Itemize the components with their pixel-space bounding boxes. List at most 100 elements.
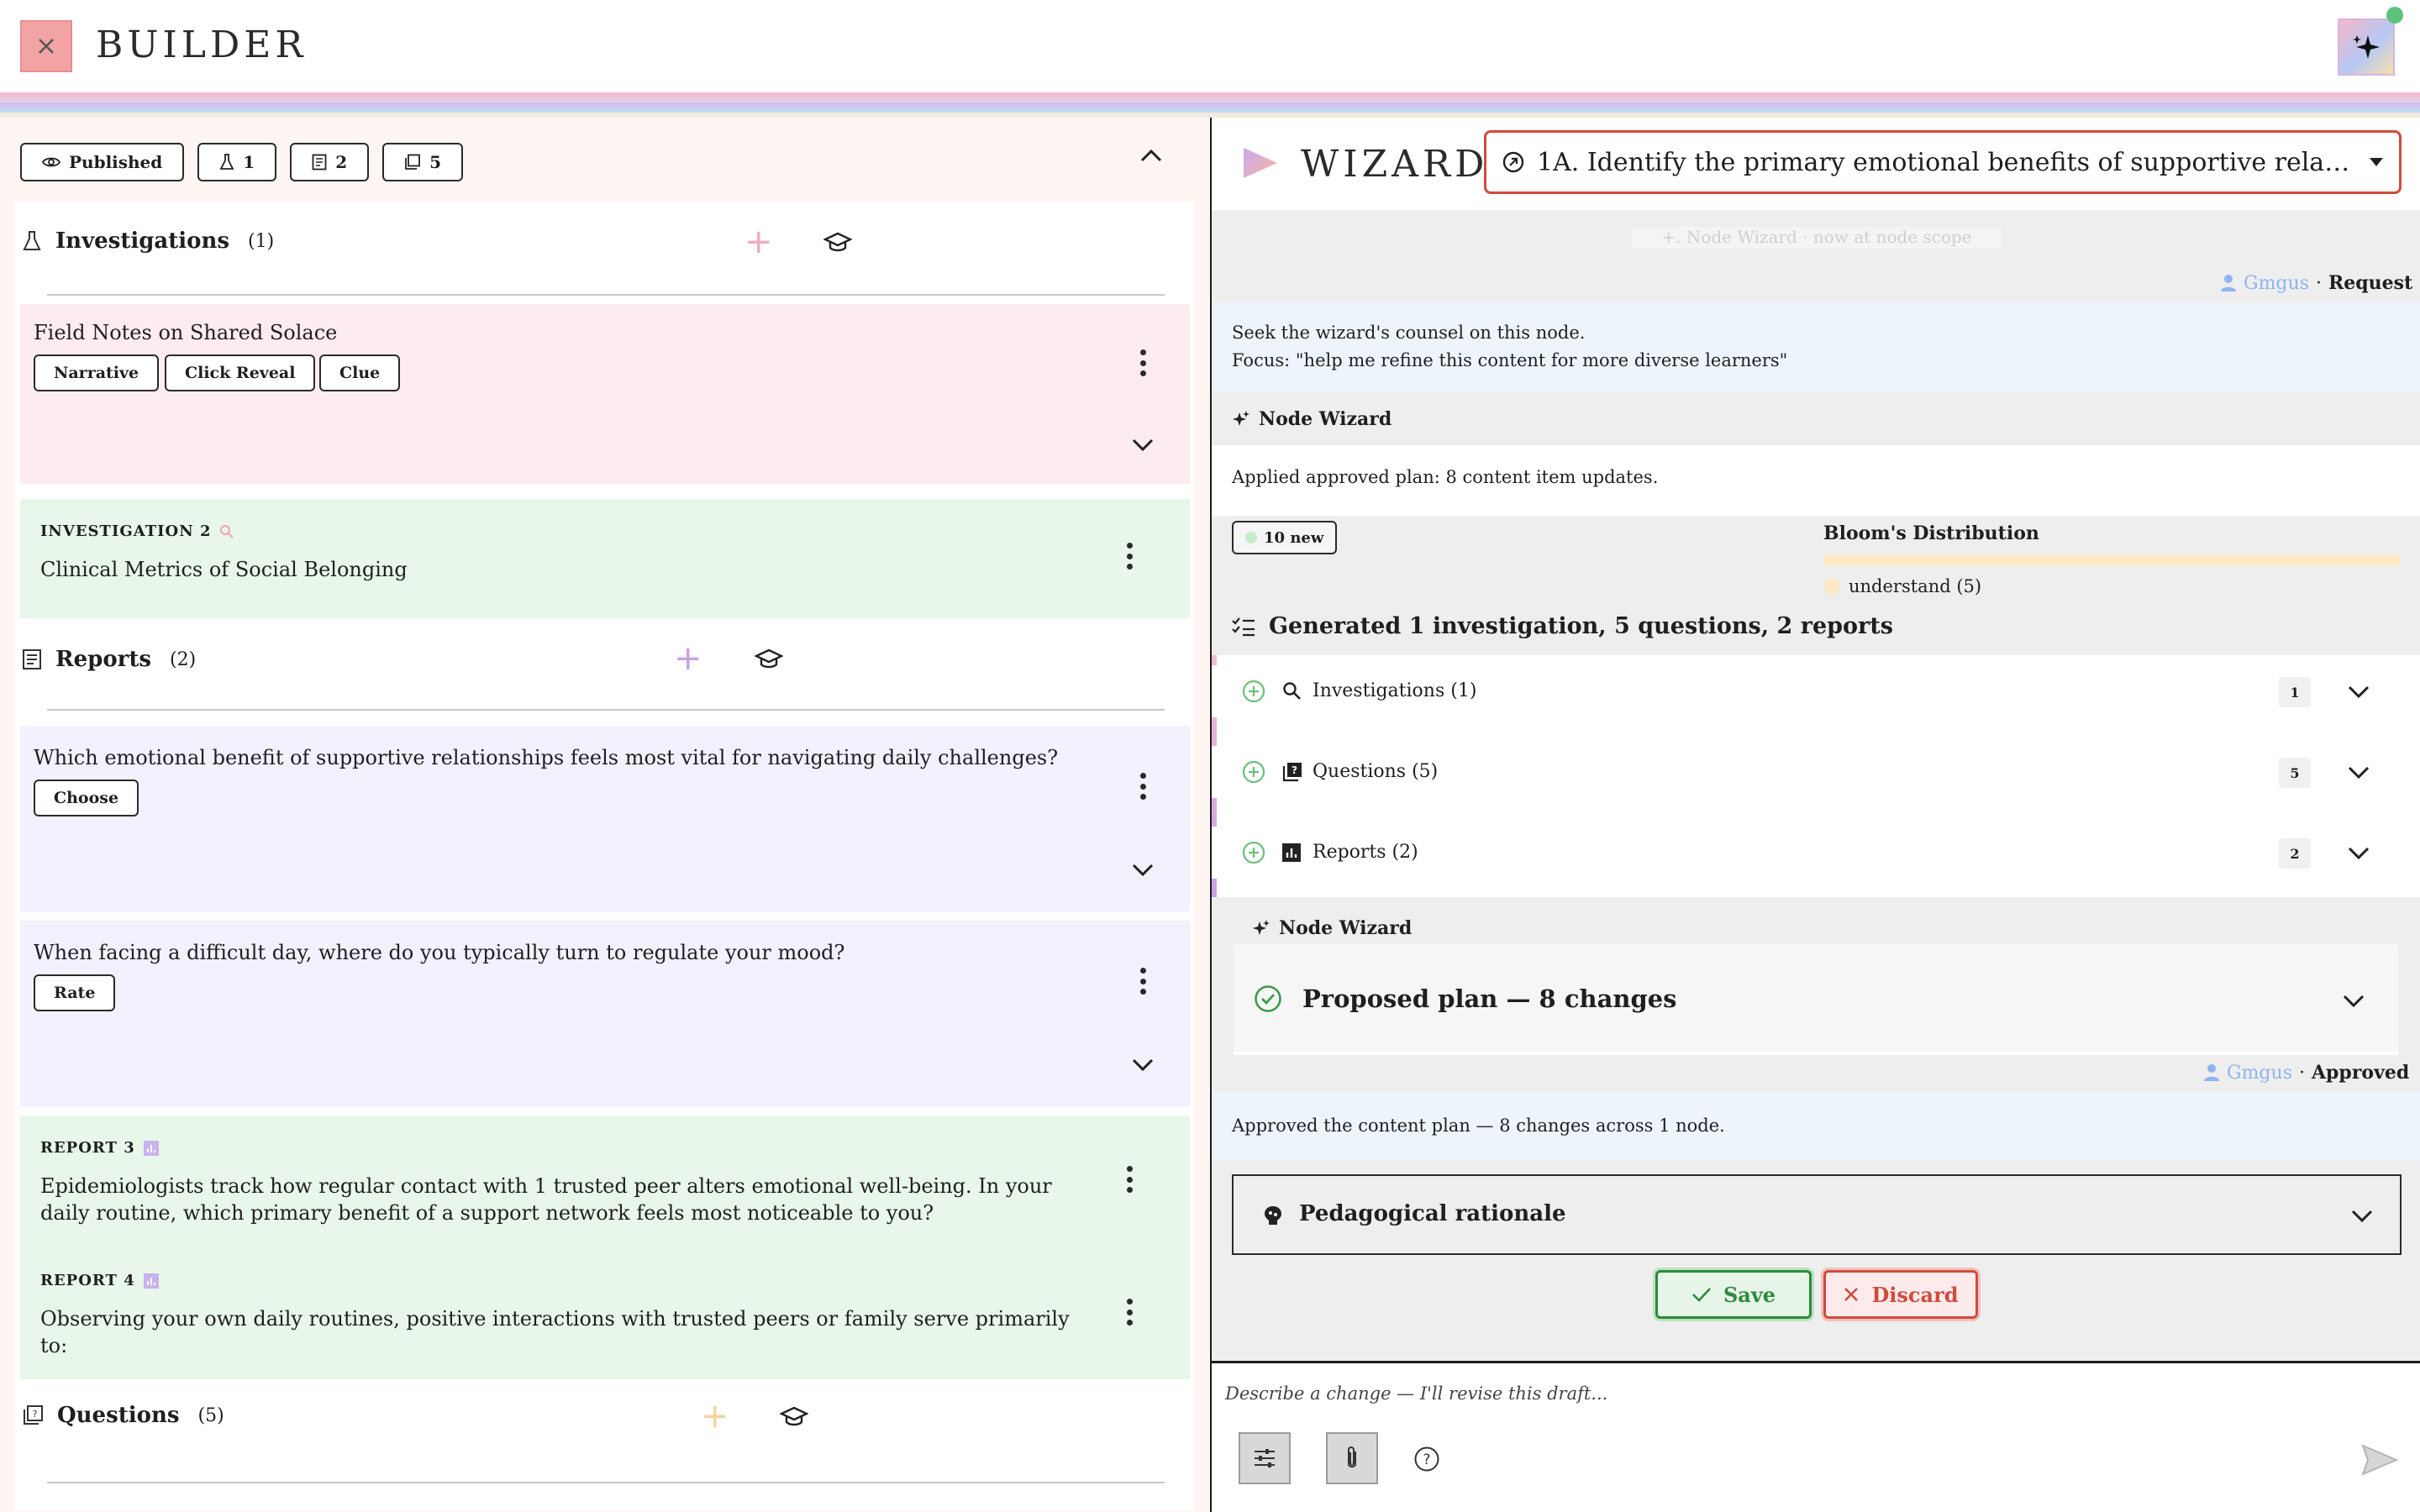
tag-rate[interactable]: Rate: [34, 974, 116, 1011]
bar-chart-icon: [143, 1273, 159, 1289]
investigations-count-chip[interactable]: 1: [197, 143, 277, 181]
tag-clue[interactable]: Clue: [319, 354, 401, 391]
add-investigation-button[interactable]: +: [744, 225, 773, 259]
graduation-cap-icon: [755, 648, 783, 669]
proposed-plan-panel[interactable]: Proposed plan — 8 changes: [1234, 944, 2398, 1055]
report-4-menu-button[interactable]: [1121, 1295, 1138, 1329]
chevron-down-icon[interactable]: [2348, 685, 2370, 699]
send-button[interactable]: [2361, 1444, 2398, 1476]
help-button[interactable]: ?: [1413, 1446, 1440, 1473]
report-4-overline-text: REPORT 4: [40, 1272, 135, 1289]
chevron-down-icon[interactable]: [2351, 1210, 2373, 1223]
message-composer: Describe a change — I'll revise this dra…: [1212, 1361, 2420, 1512]
report-3-overline: REPORT 3: [40, 1139, 159, 1157]
reports-count: (2): [170, 648, 197, 670]
gen-row-questions[interactable]: ? Questions (5) 5: [1212, 746, 2420, 798]
chevron-down-icon[interactable]: [2343, 995, 2365, 1008]
gen-row-investigations[interactable]: Investigations (1) 1: [1212, 665, 2420, 717]
add-circle-icon[interactable]: [1242, 680, 1265, 703]
request-separator: ·: [2315, 272, 2322, 294]
discard-button-label: Discard: [1871, 1282, 1959, 1307]
bloom-bar: [1823, 554, 2400, 566]
reports-header: Reports (2): [22, 638, 196, 680]
reports-count-chip[interactable]: 2: [290, 143, 370, 181]
composer-input[interactable]: Describe a change — I'll revise this dra…: [1225, 1383, 2317, 1404]
sparkle-icon: [1253, 920, 1270, 935]
learn-reports-button[interactable]: [755, 648, 783, 670]
add-report-button[interactable]: +: [674, 642, 702, 675]
request-line-2: Focus: "help me refine this content for …: [1232, 350, 1788, 370]
caret-down-icon: [2370, 158, 2383, 166]
learn-questions-button[interactable]: [780, 1406, 808, 1428]
add-circle-icon[interactable]: [1242, 841, 1265, 864]
attach-button[interactable]: [1326, 1432, 1378, 1484]
status-chip-bar: Published 1 2 5: [20, 143, 464, 181]
chevron-down-icon[interactable]: [2348, 847, 2370, 860]
report-4-title: Observing your own daily routines, posit…: [40, 1307, 1070, 1357]
collapse-panel-button[interactable]: [1139, 148, 1163, 163]
bloom-bar-understand: [1823, 554, 2400, 566]
questions-count-chip[interactable]: 5: [382, 143, 464, 181]
questions-divider: [47, 1482, 1165, 1483]
report-3-menu-button[interactable]: [1121, 1163, 1138, 1196]
approved-text: Approved the content plan — 8 changes ac…: [1232, 1116, 1725, 1136]
report-1-menu-button[interactable]: [1134, 769, 1151, 803]
close-app-button[interactable]: [20, 20, 72, 72]
expand-chevron-icon[interactable]: [1132, 864, 1154, 877]
flask-icon: [23, 231, 41, 250]
pedagogical-rationale-panel[interactable]: Pedagogical rationale: [1232, 1174, 2402, 1255]
chevron-up-icon: [1140, 149, 1162, 162]
investigation-2-menu-button[interactable]: [1121, 539, 1138, 573]
bar-chart-icon: [143, 1140, 159, 1156]
header-stripes: [0, 92, 2420, 118]
report-3-title: Epidemiologists track how regular contac…: [40, 1174, 1052, 1225]
report-3-overline-text: REPORT 3: [40, 1139, 135, 1157]
generated-list: Investigations (1) 1 ? Questions (5) 5 R…: [1212, 655, 2420, 897]
investigation-card-2[interactable]: INVESTIGATION 2 Clinical Metrics of Soci…: [20, 499, 1190, 618]
builder-panel: Published 1 2 5 Investigations (1) + Fie…: [0, 118, 1210, 1512]
report-card-2[interactable]: When facing a difficult day, where do yo…: [20, 921, 1190, 1107]
expand-chevron-icon[interactable]: [1132, 1058, 1154, 1072]
generated-heading: Generated 1 investigation, 5 questions, …: [1232, 613, 1893, 639]
published-chip[interactable]: Published: [20, 143, 185, 181]
new-items-chip[interactable]: 10 new: [1232, 521, 1338, 554]
svg-text:?: ?: [1292, 764, 1297, 776]
tag-click-reveal[interactable]: Click Reveal: [165, 354, 316, 391]
gen-row-questions-label: Questions (5): [1313, 761, 1439, 782]
settings-button[interactable]: [1239, 1432, 1291, 1484]
user-avatar-button[interactable]: [2338, 18, 2395, 76]
report-2-menu-button[interactable]: [1134, 964, 1151, 998]
tag-choose[interactable]: Choose: [34, 780, 139, 816]
check-icon: [1692, 1288, 1711, 1302]
expand-chevron-icon[interactable]: [1132, 438, 1154, 452]
new-chip-label: 10 new: [1264, 528, 1324, 547]
discard-button[interactable]: Discard: [1823, 1270, 1978, 1319]
top-bar: BUILDER: [0, 0, 2420, 92]
flask-icon: [219, 154, 234, 170]
request-kind: Request: [2328, 272, 2413, 294]
bar-chart-icon: [1282, 843, 1301, 862]
investigation-card-1[interactable]: Field Notes on Shared Solace Narrative C…: [20, 304, 1190, 484]
tag-narrative[interactable]: Narrative: [34, 354, 160, 391]
add-circle-icon[interactable]: [1242, 760, 1265, 784]
report-card-1[interactable]: Which emotional benefit of supportive re…: [20, 726, 1190, 912]
investigations-count-label: 1: [243, 152, 255, 172]
gen-row-reports[interactable]: Reports (2) 2: [1212, 827, 2420, 879]
user-icon: [2221, 275, 2236, 291]
stack-icon: ?: [24, 1405, 43, 1425]
target-icon: [1502, 151, 1524, 173]
sparkle-icon: [1233, 411, 1249, 426]
check-circle-icon: [1255, 985, 1281, 1012]
svg-text:?: ?: [1423, 1452, 1430, 1468]
learn-investigations-button[interactable]: [823, 232, 852, 254]
node-selector-value: 1A. Identify the primary emotional benef…: [1537, 147, 2357, 177]
questions-header: ? Questions (5): [22, 1394, 224, 1436]
save-button[interactable]: Save: [1655, 1270, 1812, 1319]
close-icon: [39, 39, 54, 54]
add-question-button[interactable]: +: [701, 1399, 729, 1433]
node-selector-dropdown[interactable]: 1A. Identify the primary emotional benef…: [1484, 130, 2402, 194]
chevron-down-icon[interactable]: [2348, 766, 2370, 780]
investigation-1-menu-button[interactable]: [1134, 346, 1151, 380]
graduation-cap-icon: [823, 232, 852, 252]
report-icon: [312, 154, 327, 171]
